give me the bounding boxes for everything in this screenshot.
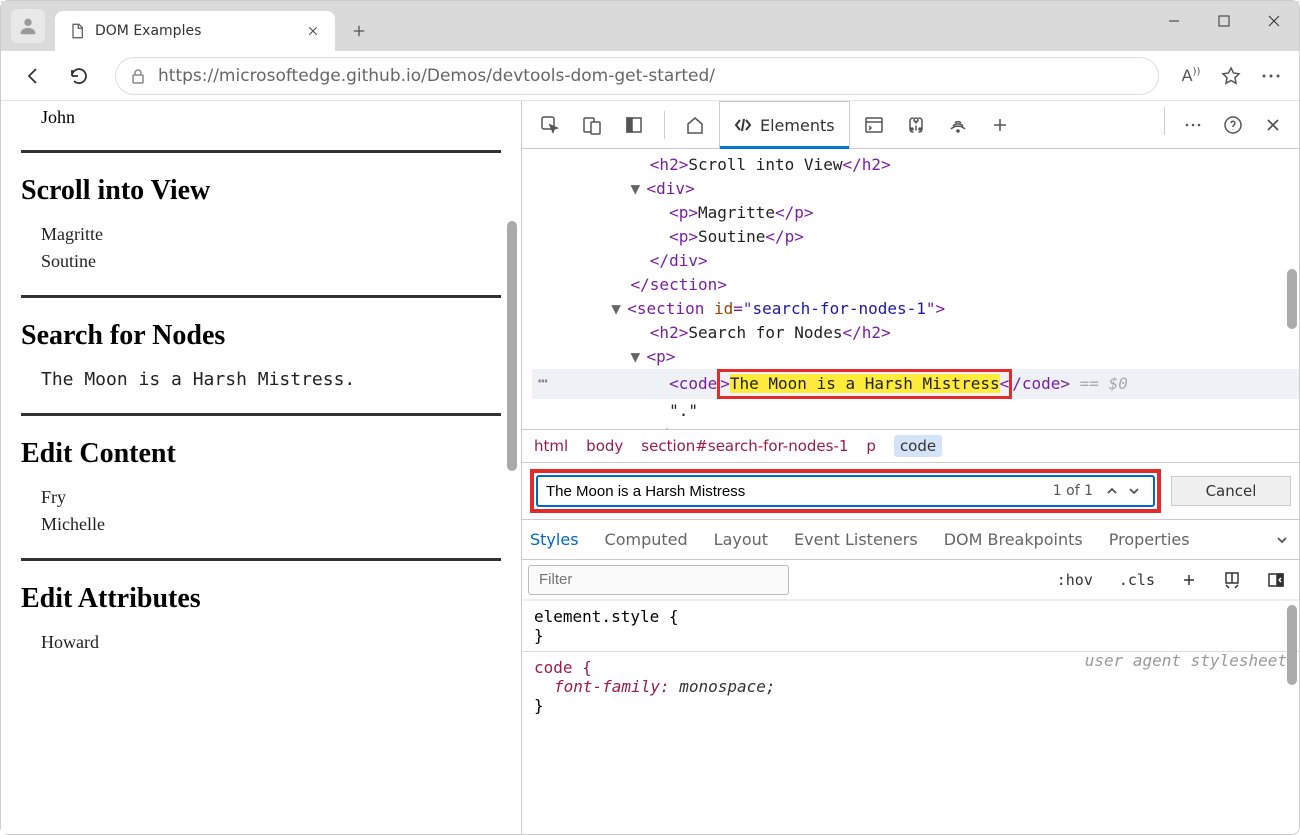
crumb-item[interactable]: body: [586, 437, 623, 455]
more-button[interactable]: [1257, 62, 1285, 90]
list-item: John: [21, 105, 501, 130]
crumb-item[interactable]: section#search-for-nodes-1: [641, 437, 848, 455]
crumb-item[interactable]: p: [866, 437, 876, 455]
page-scrollbar[interactable]: [505, 101, 519, 834]
refresh-button[interactable]: [61, 58, 97, 94]
list-item: Michelle: [41, 511, 501, 538]
crumb-item-selected[interactable]: code: [894, 435, 942, 457]
event-listeners-tab[interactable]: Event Listeners: [794, 530, 918, 549]
favorite-button[interactable]: [1217, 62, 1245, 90]
welcome-tab[interactable]: [677, 107, 713, 143]
styles-filter-input[interactable]: [528, 565, 789, 595]
list-item: Soutine: [41, 248, 501, 275]
url-text: https://microsoftedge.github.io/Demos/de…: [158, 66, 715, 86]
section-heading: Edit Attributes: [21, 583, 501, 615]
network-tab-icon[interactable]: [940, 107, 976, 143]
devtools-panel: Elements <h2>Scroll into View</h2> ▼<div…: [521, 101, 1299, 834]
section-heading: Search for Nodes: [21, 320, 501, 352]
browser-tab[interactable]: DOM Examples: [55, 11, 335, 51]
console-tab-icon[interactable]: [856, 107, 892, 143]
new-tab-button[interactable]: [341, 13, 377, 49]
list-item: Magritte: [41, 221, 501, 248]
page-content: John Scroll into View Magritte Soutine S…: [1, 101, 521, 834]
search-cancel-button[interactable]: Cancel: [1171, 476, 1291, 506]
elements-tab[interactable]: Elements: [719, 101, 850, 148]
search-prev-button[interactable]: [1101, 484, 1123, 498]
layout-tab[interactable]: Layout: [714, 530, 768, 549]
list-item: Fry: [41, 484, 501, 511]
devtools-more-button[interactable]: [1175, 107, 1211, 143]
window-controls: [1149, 1, 1299, 41]
minimize-button[interactable]: [1149, 1, 1199, 41]
more-tabs-button[interactable]: [982, 107, 1018, 143]
crumb-item[interactable]: html: [534, 437, 568, 455]
inspect-button[interactable]: [532, 107, 568, 143]
properties-tab[interactable]: Properties: [1109, 530, 1190, 549]
hov-button[interactable]: :hov: [1049, 567, 1101, 593]
dom-breadcrumb[interactable]: html body section#search-for-nodes-1 p c…: [522, 429, 1299, 463]
tab-close-button[interactable]: [305, 23, 321, 39]
styles-tabs: Styles Computed Layout Event Listeners D…: [522, 520, 1299, 560]
devtools-toolbar: Elements: [522, 101, 1299, 149]
profile-button[interactable]: [11, 9, 45, 43]
styles-body[interactable]: element.style { } code { font-family: mo…: [522, 600, 1299, 834]
computed-tab[interactable]: Computed: [605, 530, 688, 549]
section-heading: Edit Content: [21, 438, 501, 470]
search-input[interactable]: [546, 483, 1045, 500]
styles-scrollbar[interactable]: [1287, 605, 1297, 685]
search-bar: 1 of 1 Cancel: [522, 463, 1299, 520]
dom-tree[interactable]: <h2>Scroll into View</h2> ▼<div> <p>Magr…: [522, 149, 1299, 429]
maximize-button[interactable]: [1199, 1, 1249, 41]
help-button[interactable]: [1215, 107, 1251, 143]
list-item: Howard: [41, 629, 501, 656]
computed-toggle-button[interactable]: [1259, 567, 1293, 593]
dom-breakpoints-tab[interactable]: DOM Breakpoints: [944, 530, 1083, 549]
url-input[interactable]: https://microsoftedge.github.io/Demos/de…: [115, 57, 1159, 95]
titlebar: DOM Examples: [1, 1, 1299, 51]
search-next-button[interactable]: [1123, 484, 1145, 498]
close-window-button[interactable]: [1249, 1, 1299, 41]
dock-button[interactable]: [616, 107, 652, 143]
dom-scrollbar[interactable]: [1287, 269, 1297, 329]
page-icon: [69, 23, 85, 39]
user-agent-label: user agent stylesheet: [1085, 651, 1287, 670]
more-styles-tabs-button[interactable]: [1275, 533, 1289, 547]
tab-title: DOM Examples: [95, 23, 295, 39]
styles-toolbar: :hov .cls: [522, 560, 1299, 600]
new-style-rule-button[interactable]: [1173, 568, 1205, 592]
devtools-close-button[interactable]: [1255, 107, 1291, 143]
sources-tab-icon[interactable]: [898, 107, 934, 143]
cls-button[interactable]: .cls: [1111, 567, 1163, 593]
lock-icon: [130, 68, 146, 84]
search-count: 1 of 1: [1053, 483, 1093, 499]
css-rule: element.style {: [534, 607, 1287, 626]
selected-dom-node[interactable]: <code>The Moon is a Harsh Mistress</code…: [532, 369, 1299, 399]
flex-overlay-button[interactable]: [1215, 567, 1249, 593]
search-code-text: The Moon is a Harsh Mistress.: [41, 369, 355, 390]
device-toggle-button[interactable]: [574, 107, 610, 143]
address-bar: https://microsoftedge.github.io/Demos/de…: [1, 51, 1299, 101]
styles-tab[interactable]: Styles: [530, 530, 579, 549]
back-button[interactable]: [15, 58, 51, 94]
read-aloud-button[interactable]: A)): [1177, 62, 1205, 90]
section-heading: Scroll into View: [21, 175, 501, 207]
